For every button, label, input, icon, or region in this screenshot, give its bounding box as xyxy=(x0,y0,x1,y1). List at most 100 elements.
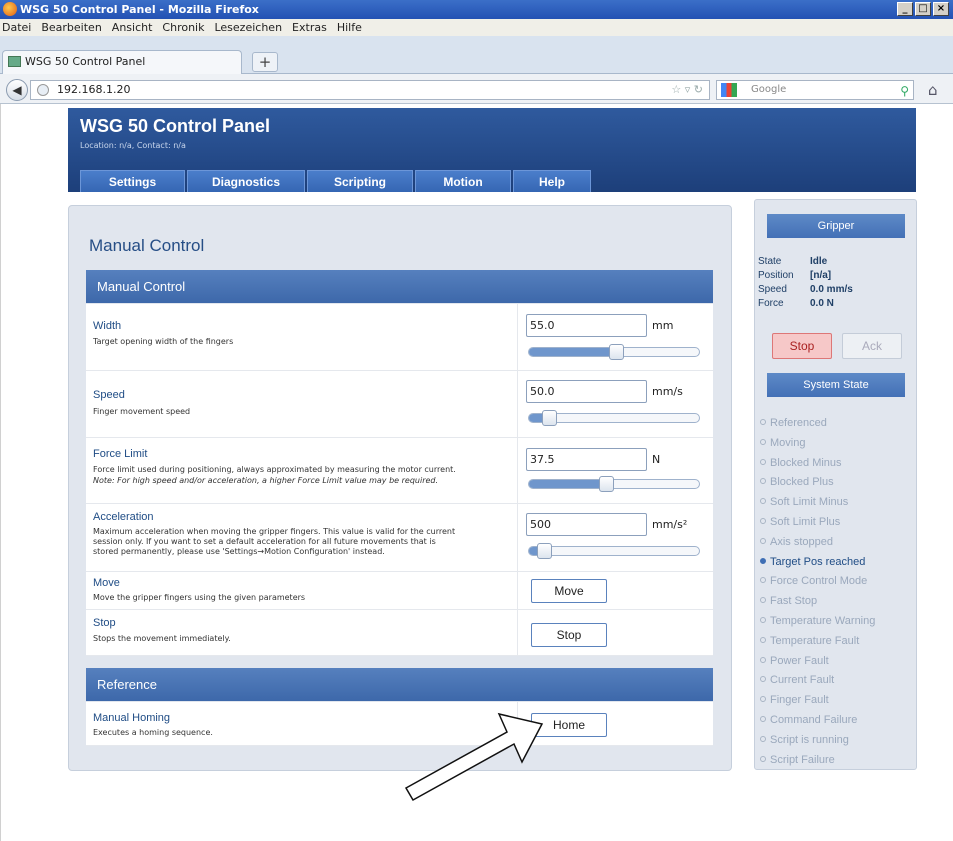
back-button[interactable]: ◀ xyxy=(6,79,28,101)
nav-scripting[interactable]: Scripting xyxy=(307,170,413,192)
browser-tab[interactable]: WSG 50 Control Panel xyxy=(2,50,242,74)
state-item-label: Fast Stop xyxy=(770,595,818,608)
width-input[interactable]: 55.0 xyxy=(526,314,647,337)
url-bar[interactable]: 192.168.1.20 ☆ ▿ ↻ xyxy=(30,80,710,100)
acceleration-desc-1: Maximum acceleration when moving the gri… xyxy=(93,527,456,536)
state-item: Command Failure xyxy=(760,714,857,726)
menu-datei[interactable]: Datei xyxy=(2,19,31,36)
state-item-label: Current Fault xyxy=(770,674,835,687)
state-label: State xyxy=(758,256,782,267)
minimize-button[interactable]: _ xyxy=(897,2,913,16)
homing-desc: Executes a homing sequence. xyxy=(93,728,213,737)
state-item-label: Temperature Warning xyxy=(770,615,876,627)
acceleration-slider[interactable] xyxy=(528,543,700,559)
speed-input[interactable]: 50.0 xyxy=(526,380,647,403)
system-state-header: System State xyxy=(767,373,905,397)
tab-title: WSG 50 Control Panel xyxy=(25,55,146,68)
status-off-icon xyxy=(760,617,766,623)
menu-chronik[interactable]: Chronik xyxy=(162,19,204,36)
speed-status-value: 0.0 mm/s xyxy=(810,284,853,295)
state-item-label: Command Failure xyxy=(770,714,858,726)
bookmark-star-icon[interactable]: ☆ ▿ ↻ xyxy=(671,81,703,99)
state-item: Soft Limit Minus xyxy=(760,496,848,508)
position-label: Position xyxy=(758,270,794,281)
acceleration-input[interactable]: 500 xyxy=(526,513,647,536)
panel-heading: Manual Control xyxy=(89,236,205,255)
width-slider-thumb[interactable] xyxy=(608,344,624,360)
close-button[interactable]: × xyxy=(933,2,949,16)
window-titlebar: WSG 50 Control Panel - Mozilla Firefox _… xyxy=(0,0,953,19)
nav-settings[interactable]: Settings xyxy=(80,170,185,192)
favicon-icon xyxy=(8,56,21,67)
width-slider[interactable] xyxy=(528,344,700,360)
nav-diagnostics[interactable]: Diagnostics xyxy=(187,170,305,192)
move-button[interactable]: Move xyxy=(531,579,607,603)
state-item: Power Fault xyxy=(760,655,829,667)
status-off-icon xyxy=(760,438,766,445)
status-off-icon xyxy=(760,656,766,663)
menu-lesezeichen[interactable]: Lesezeichen xyxy=(214,19,282,36)
homing-label: Manual Homing xyxy=(93,712,171,724)
globe-icon xyxy=(37,84,49,96)
state-item: Fast Stop xyxy=(760,595,817,607)
nav-help[interactable]: Help xyxy=(513,170,591,192)
menu-extras[interactable]: Extras xyxy=(292,19,327,36)
state-item: Referenced xyxy=(760,417,827,429)
state-item: Temperature Fault xyxy=(760,635,859,647)
ack-button[interactable]: Ack xyxy=(842,333,902,359)
state-item-label: Blocked Minus xyxy=(770,456,842,469)
state-item-label: Target Pos reached xyxy=(770,555,866,568)
move-row: Move Move the gripper fingers using the … xyxy=(86,572,713,610)
speed-status-label: Speed xyxy=(758,284,787,295)
new-tab-button[interactable]: + xyxy=(252,52,278,72)
width-desc: Target opening width of the fingers xyxy=(93,337,234,346)
section-reference: Reference xyxy=(86,668,713,701)
state-item-label: Script Failure xyxy=(770,753,835,766)
home-button[interactable]: Home xyxy=(531,713,607,737)
maximize-button[interactable]: □ xyxy=(915,2,931,16)
google-icon xyxy=(721,83,737,97)
force-slider-thumb[interactable] xyxy=(598,476,614,492)
state-item: Axis stopped xyxy=(760,536,833,548)
search-icon[interactable]: ⚲ xyxy=(900,82,909,100)
width-row: Width Target opening width of the finger… xyxy=(86,304,713,371)
state-item: Script Failure xyxy=(760,754,835,766)
status-off-icon xyxy=(760,498,766,505)
nav-motion[interactable]: Motion xyxy=(415,170,511,192)
acceleration-desc-3: stored permanently, please use 'Settings… xyxy=(93,547,385,556)
search-bar[interactable]: Google ⚲ xyxy=(716,80,914,100)
status-sidebar: Gripper State Idle Position [n/a] Speed 0.0… xyxy=(754,199,917,770)
speed-unit: mm/s xyxy=(652,385,683,398)
state-item-label: Power Fault xyxy=(770,654,829,667)
state-item: Force Control Mode xyxy=(760,575,867,587)
location-text: Location: n/a, Contact: n/a xyxy=(80,141,186,150)
state-item: Moving xyxy=(760,437,805,449)
speed-slider[interactable] xyxy=(528,410,700,426)
menu-bearbeiten[interactable]: Bearbeiten xyxy=(41,19,101,36)
state-item-label: Soft Limit Plus xyxy=(770,516,841,528)
force-note: Note: For high speed and/or acceleration… xyxy=(93,476,439,485)
window-title: WSG 50 Control Panel - Mozilla Firefox xyxy=(20,3,259,16)
stop-row: Stop Stops the movement immediately. Sto… xyxy=(86,610,713,656)
stop-label: Stop xyxy=(93,617,116,629)
force-status-value: 0.0 N xyxy=(810,298,834,309)
gripper-stop-button[interactable]: Stop xyxy=(772,333,832,359)
gripper-header: Gripper xyxy=(767,214,905,238)
state-item-label: Blocked Plus xyxy=(770,476,834,489)
menu-hilfe[interactable]: Hilfe xyxy=(337,19,362,36)
stop-desc: Stops the movement immediately. xyxy=(93,634,231,643)
force-input[interactable]: 37.5 xyxy=(526,448,647,471)
menu-ansicht[interactable]: Ansicht xyxy=(112,19,153,36)
acceleration-slider-thumb[interactable] xyxy=(537,543,553,559)
home-icon[interactable]: ⌂ xyxy=(928,81,938,99)
menu-bar: Datei Bearbeiten Ansicht Chronik Lesezei… xyxy=(0,19,953,36)
stop-motion-button[interactable]: Stop xyxy=(531,623,607,647)
speed-slider-thumb[interactable] xyxy=(542,410,558,426)
status-off-icon xyxy=(760,537,766,544)
section-manual-control: Manual Control xyxy=(86,270,713,303)
status-off-icon xyxy=(760,419,766,425)
force-slider[interactable] xyxy=(528,476,700,492)
force-desc: Force limit used during positioning, alw… xyxy=(93,465,456,474)
state-item-label: Temperature Fault xyxy=(770,634,860,647)
firefox-icon xyxy=(3,2,17,16)
